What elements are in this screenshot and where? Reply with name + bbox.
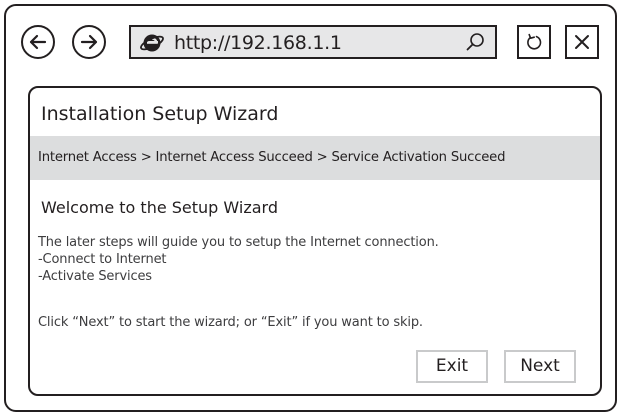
close-button[interactable] (565, 25, 599, 59)
address-bar[interactable]: http://192.168.1.1 (129, 25, 497, 59)
close-icon (575, 35, 589, 49)
wizard-hint: Click “Next” to start the wizard; or “Ex… (38, 315, 423, 330)
wizard-description: The later steps will guide you to setup … (38, 234, 439, 285)
refresh-icon (527, 33, 542, 50)
forward-button[interactable] (72, 25, 106, 59)
back-button[interactable] (21, 25, 55, 59)
description-line: The later steps will guide you to setup … (38, 235, 439, 250)
refresh-button[interactable] (517, 25, 551, 59)
welcome-heading: Welcome to the Setup Wizard (41, 198, 278, 217)
breadcrumb-bar: Internet Access > Internet Access Succee… (30, 136, 600, 180)
setup-wizard-panel: Installation Setup Wizard Internet Acces… (28, 86, 602, 396)
wizard-title: Installation Setup Wizard (41, 103, 279, 125)
description-line: -Activate Services (38, 269, 152, 284)
arrow-right-icon (80, 34, 98, 50)
exit-button[interactable]: Exit (416, 350, 488, 383)
next-button[interactable]: Next (504, 350, 576, 383)
internet-explorer-icon (140, 34, 164, 52)
magnifier-icon[interactable] (465, 32, 485, 52)
description-line: -Connect to Internet (38, 252, 167, 267)
arrow-left-icon (29, 34, 47, 50)
breadcrumb: Internet Access > Internet Access Succee… (38, 150, 506, 165)
url-text: http://192.168.1.1 (174, 32, 342, 54)
